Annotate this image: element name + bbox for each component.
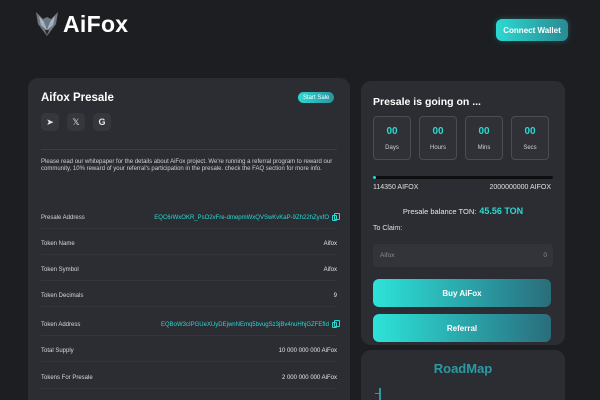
presale-balance: Presale balance TON: 45.56 TON xyxy=(361,206,565,216)
presale-progress-bar xyxy=(373,176,553,179)
connect-wallet-button[interactable]: Connect Wallet xyxy=(496,19,568,41)
presale-title: Aifox Presale xyxy=(41,92,114,104)
copy-icon[interactable] xyxy=(332,319,340,328)
token-address-link[interactable]: EQBoW3cIPGUeXUyDEjwnNEmq5bvugSz3jBv4nuHh… xyxy=(161,319,340,328)
buy-aifox-button[interactable]: Buy AiFox xyxy=(373,279,551,307)
progress-total: 2000000000 AIFOX xyxy=(489,184,552,191)
claim-token: Aifox xyxy=(380,252,395,259)
presale-card: Aifox Presale Start Sale ➤ 𝕏 G Please re… xyxy=(28,78,350,400)
row-label: Token Decimals xyxy=(41,292,84,299)
claim-label: To Claim: xyxy=(373,225,403,232)
copy-icon[interactable] xyxy=(332,212,340,221)
claim-amount: 0 xyxy=(543,252,547,259)
telegram-button[interactable]: ➤ xyxy=(41,113,59,131)
divider xyxy=(41,149,337,150)
roadmap-title: RoadMap xyxy=(433,361,493,376)
row-label: Presale Address xyxy=(41,214,85,221)
row-value: Aifox xyxy=(323,266,337,273)
x-button[interactable]: 𝕏 xyxy=(67,113,85,131)
presale-status-card: Presale is going on ... 00 Days 00 Hours… xyxy=(361,81,565,345)
status-title: Presale is going on ... xyxy=(373,96,481,108)
row-label: Token Symbol xyxy=(41,266,79,273)
row-label: Token Name xyxy=(41,240,75,247)
row-value: 2 000 000 000 AiFox xyxy=(281,374,337,381)
status-badge: Start Sale xyxy=(298,92,335,103)
claim-field[interactable]: Aifox 0 xyxy=(373,244,553,267)
row-label: Total Supply xyxy=(41,347,74,354)
x-icon: 𝕏 xyxy=(72,116,80,127)
progress-fill xyxy=(373,176,376,179)
table-row: Presale Address EQC6rWxOKR_PsO2vFre-dmep… xyxy=(41,207,340,229)
telegram-icon: ➤ xyxy=(46,116,54,127)
countdown-hours: 00 Hours xyxy=(419,116,457,160)
balance-label: Presale balance TON: xyxy=(402,207,477,216)
row-value: 9 xyxy=(333,292,337,299)
roadmap-tick xyxy=(375,393,379,394)
countdown-days: 00 Days xyxy=(373,116,411,160)
table-row: Tokens For Presale 2 000 000 000 AiFox xyxy=(41,367,337,389)
logo[interactable]: AiFox xyxy=(34,10,128,38)
row-value: 10 000 000 000 AiFox xyxy=(278,347,337,354)
row-label: Tokens For Presale xyxy=(41,374,93,381)
referral-button[interactable]: Referral xyxy=(373,314,551,342)
balance-value: 45.56 TON xyxy=(479,206,524,216)
presale-address-link[interactable]: EQC6rWxOKR_PsO2vFre-dmepmWxQVSwKvKaP-9Zh… xyxy=(154,212,340,221)
fox-logo-icon xyxy=(36,12,58,36)
table-row: Token Decimals 9 xyxy=(41,285,337,307)
countdown-mins: 00 Mins xyxy=(465,116,503,160)
table-row: Token Symbol Aifox xyxy=(41,259,337,281)
roadmap-timeline xyxy=(379,388,381,400)
logo-text: AiFox xyxy=(63,10,129,37)
table-row: Token Name Aifox xyxy=(41,233,337,255)
presale-description: Please read our whitepaper for the detai… xyxy=(41,159,333,172)
progress-sold: 114350 AIFOX xyxy=(373,184,419,191)
roadmap-card: RoadMap xyxy=(361,350,565,400)
table-row: Token Address EQBoW3cIPGUeXUyDEjwnNEmq5b… xyxy=(41,314,340,336)
google-icon: G xyxy=(98,117,106,127)
row-label: Token Address xyxy=(41,321,81,328)
google-button[interactable]: G xyxy=(93,113,111,131)
countdown-secs: 00 Secs xyxy=(511,116,549,160)
row-value: Aifox xyxy=(323,240,337,247)
table-row: Total Supply 10 000 000 000 AiFox xyxy=(41,340,337,362)
